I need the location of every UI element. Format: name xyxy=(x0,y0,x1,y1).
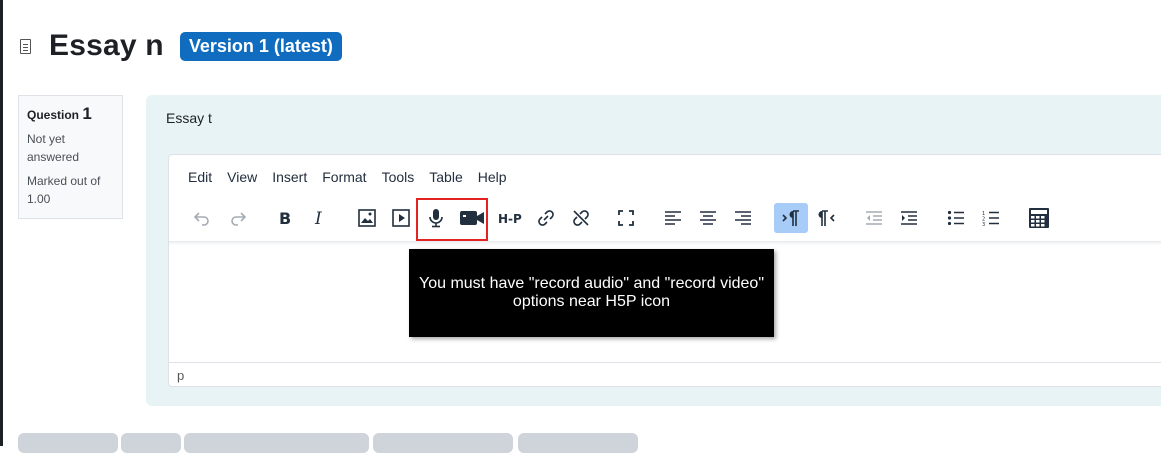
svg-text:3: 3 xyxy=(982,222,985,226)
ltr-icon[interactable] xyxy=(774,203,808,233)
menu-table[interactable]: Table xyxy=(429,169,462,185)
unlink-icon[interactable] xyxy=(566,203,596,233)
fullscreen-icon[interactable] xyxy=(611,203,641,233)
question-text: Essay t xyxy=(166,110,212,126)
svg-text:I: I xyxy=(314,209,322,227)
question-number-value: 1 xyxy=(82,104,92,123)
bottom-button-5[interactable] xyxy=(518,433,638,453)
undo-icon[interactable] xyxy=(187,203,217,233)
element-path[interactable]: p xyxy=(177,368,184,383)
svg-text:B: B xyxy=(279,209,291,227)
bullet-list-icon[interactable] xyxy=(941,203,971,233)
media-icon[interactable] xyxy=(386,203,416,233)
h5p-icon[interactable]: H-P xyxy=(494,203,528,233)
menu-insert[interactable]: Insert xyxy=(272,169,307,185)
menu-view[interactable]: View xyxy=(227,169,257,185)
italic-icon[interactable]: I xyxy=(304,203,334,233)
question-grade: Marked out of 1.00 xyxy=(27,174,101,206)
question-label: Question xyxy=(27,108,80,122)
align-left-icon[interactable] xyxy=(658,203,688,233)
editor-statusbar: p xyxy=(169,362,1161,387)
menu-help[interactable]: Help xyxy=(478,169,507,185)
page-header: Essay n Version 1 (latest) xyxy=(20,26,342,66)
bold-icon[interactable]: B xyxy=(269,203,299,233)
editor-menubar: Edit View Insert Format Tools Table Help xyxy=(169,155,522,199)
menu-tools[interactable]: Tools xyxy=(382,169,415,185)
numbered-list-icon[interactable]: 123 xyxy=(976,203,1006,233)
outdent-icon[interactable] xyxy=(859,203,889,233)
annotation-callout: You must have "record audio" and "record… xyxy=(409,249,774,337)
redo-icon[interactable] xyxy=(223,203,253,233)
calculator-icon[interactable] xyxy=(1024,203,1054,233)
page-title: Essay n xyxy=(49,29,164,62)
rtl-icon[interactable] xyxy=(811,203,841,233)
question-info: Question 1 Not yet answered Marked out o… xyxy=(18,95,123,219)
menu-format[interactable]: Format xyxy=(322,169,366,185)
callout-line-1: You must have "record audio" and "record… xyxy=(419,275,764,292)
menu-edit[interactable]: Edit xyxy=(188,169,212,185)
align-right-icon[interactable] xyxy=(728,203,758,233)
indent-icon[interactable] xyxy=(894,203,924,233)
align-center-icon[interactable] xyxy=(693,203,723,233)
bottom-button-3[interactable] xyxy=(184,433,369,453)
version-badge: Version 1 (latest) xyxy=(179,31,342,61)
bottom-button-4[interactable] xyxy=(373,433,513,453)
question-number: Question 1 xyxy=(27,104,114,124)
question-state: Not yet answered xyxy=(27,132,80,164)
bottom-button-1[interactable] xyxy=(18,433,118,453)
document-icon xyxy=(20,38,31,54)
image-icon[interactable] xyxy=(352,203,382,233)
annotation-highlight-box xyxy=(416,198,488,241)
editor-toolbar: B I H-P 1 2 3 xyxy=(183,201,1161,237)
left-border xyxy=(0,0,3,446)
bottom-button-2[interactable] xyxy=(121,433,181,453)
callout-line-2: options near H5P icon xyxy=(512,293,671,310)
link-icon[interactable] xyxy=(531,203,561,233)
h5p-icon-label: H-P xyxy=(498,212,522,226)
